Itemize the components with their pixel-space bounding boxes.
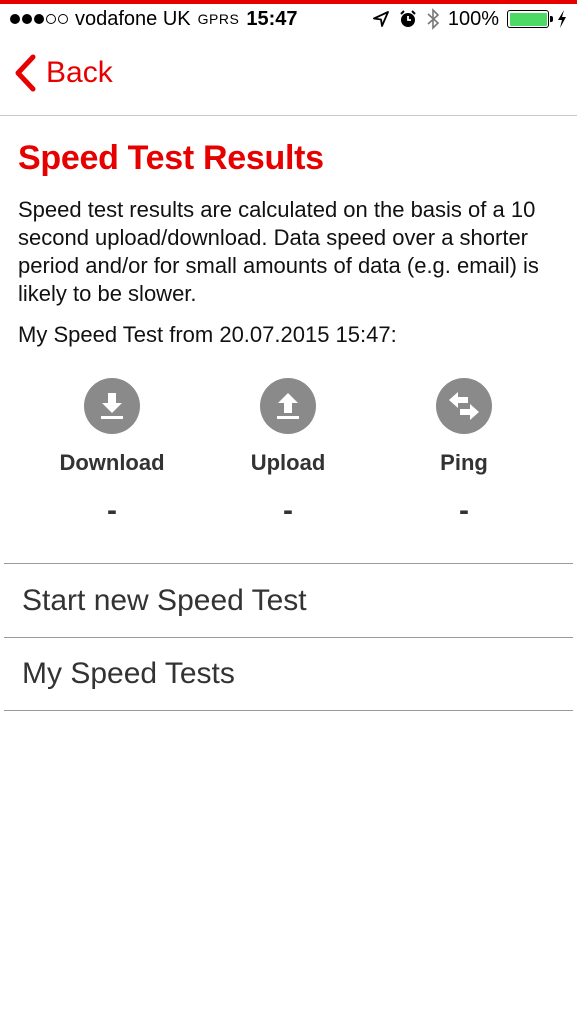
back-button[interactable]: Back — [14, 54, 113, 92]
battery-icon — [507, 10, 553, 28]
battery-percent: 100% — [447, 7, 499, 30]
upload-icon — [260, 378, 316, 434]
description-text: Speed test results are calculated on the… — [18, 197, 539, 306]
back-label: Back — [46, 56, 113, 89]
upload-label: Upload — [250, 450, 326, 475]
location-icon — [372, 11, 389, 27]
navigation-bar: Back — [0, 34, 577, 116]
action-list: Start new Speed Test My Speed Tests — [4, 563, 573, 711]
download-label: Download — [59, 450, 165, 475]
ping-label: Ping — [440, 450, 488, 475]
test-date-text: My Speed Test from 20.07.2015 15:47: — [18, 322, 397, 347]
upload-metric: Upload - — [198, 378, 378, 528]
clock: 15:47 — [246, 7, 298, 30]
download-icon — [84, 378, 140, 434]
metrics-panel: Download - Upload - Ping - — [0, 378, 577, 538]
carrier-name: vodafone UK — [75, 7, 191, 30]
ping-value: - — [459, 494, 469, 527]
ping-icon — [436, 378, 492, 434]
ping-metric: Ping - — [374, 378, 554, 528]
chevron-left-icon — [15, 54, 36, 92]
alarm-icon — [400, 10, 416, 27]
signal-strength-icon — [10, 14, 68, 24]
page-title: Speed Test Results — [18, 139, 324, 177]
download-value: - — [107, 494, 117, 527]
network-type: GPRS — [197, 11, 240, 27]
download-metric: Download - — [22, 378, 202, 528]
my-speed-tests-label: My Speed Tests — [22, 657, 235, 690]
bluetooth-icon — [427, 8, 440, 30]
start-new-speed-test-label: Start new Speed Test — [22, 583, 307, 617]
start-new-speed-test-item[interactable]: Start new Speed Test — [4, 563, 573, 637]
status-bar: vodafone UK GPRS 15:47 100% — [0, 4, 577, 34]
my-speed-tests-item[interactable]: My Speed Tests — [4, 637, 573, 711]
upload-value: - — [283, 494, 293, 527]
charging-bolt-icon — [558, 10, 566, 28]
